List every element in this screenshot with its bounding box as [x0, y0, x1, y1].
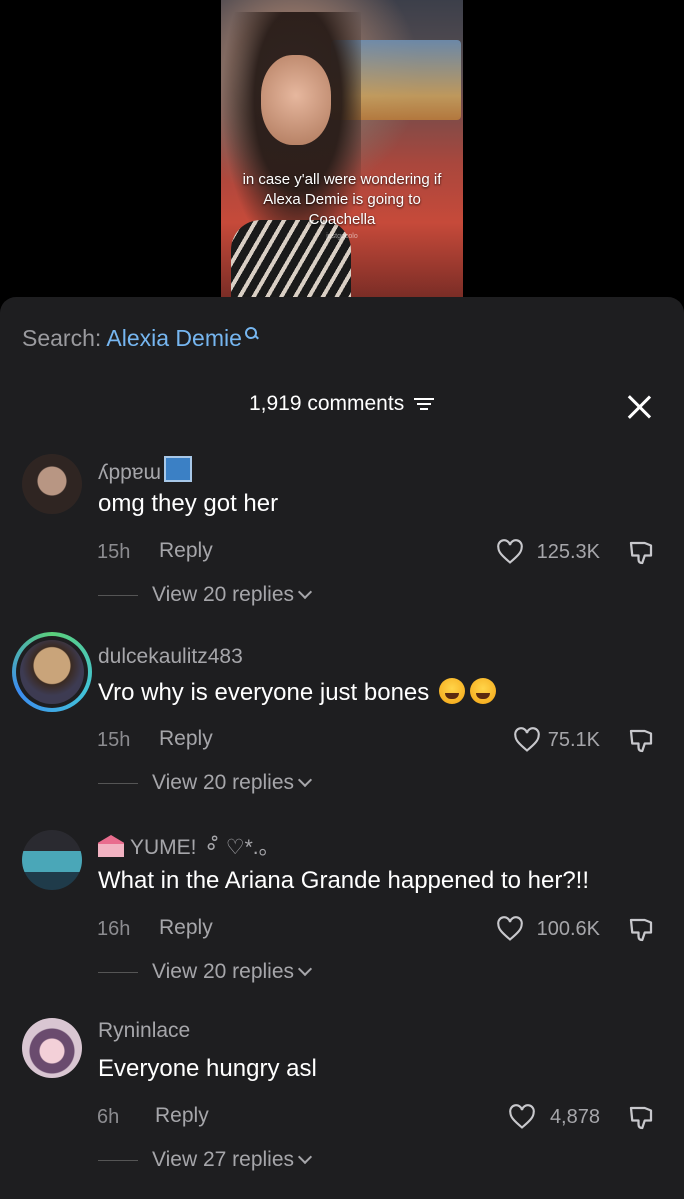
- comment-text: What in the Ariana Grande happened to he…: [98, 867, 590, 894]
- like-count: 100.6K: [536, 918, 600, 940]
- search-term[interactable]: Alexia Demie: [106, 325, 242, 351]
- search-icon: [244, 325, 258, 343]
- comment-time: 16h: [97, 918, 131, 940]
- dislike-icon[interactable]: [626, 1103, 656, 1133]
- reply-button[interactable]: Reply: [155, 1104, 209, 1128]
- avatar[interactable]: [22, 830, 82, 890]
- face-shape: [261, 55, 331, 145]
- filter-icon[interactable]: [413, 396, 435, 412]
- comment-username[interactable]: dulcekaulitz483: [98, 645, 243, 669]
- comment-username[interactable]: ʎppɐɯ: [98, 456, 193, 485]
- dislike-icon[interactable]: [626, 726, 656, 756]
- dislike-icon[interactable]: [626, 915, 656, 945]
- chevron-down-icon: [297, 772, 313, 788]
- heart-icon[interactable]: [508, 1104, 536, 1130]
- like-count: 75.1K: [547, 729, 600, 751]
- dislike-icon[interactable]: [626, 538, 656, 568]
- like-count: 125.3K: [536, 541, 600, 563]
- search-label: Search:: [22, 325, 107, 351]
- caption-line: Alexa Demie is going to: [263, 191, 421, 208]
- comment-username[interactable]: Ryninlace: [98, 1019, 190, 1043]
- chevron-down-icon: [297, 961, 313, 977]
- reply-button[interactable]: Reply: [159, 539, 213, 563]
- comments-count: 1,919 comments: [0, 392, 684, 416]
- comments-count-text: 1,919 comments: [248, 392, 405, 415]
- reply-button[interactable]: Reply: [159, 916, 213, 940]
- chevron-down-icon: [297, 1149, 313, 1165]
- video-preview[interactable]: in case y'all were wondering if Alexa De…: [221, 0, 463, 297]
- chevron-down-icon: [297, 584, 313, 600]
- close-icon[interactable]: [626, 394, 652, 420]
- heart-icon[interactable]: [496, 916, 524, 942]
- comment-text: omg they got her: [98, 490, 279, 517]
- video-watermark: justgocolo: [326, 233, 358, 240]
- view-replies-button[interactable]: View 20 replies: [98, 771, 313, 795]
- comments-sheet: Search: Alexia Demie 1,919 comments ʎppɐ…: [0, 297, 684, 1199]
- search-suggestion[interactable]: Search: Alexia Demie: [22, 325, 258, 352]
- comment-time: 15h: [97, 729, 131, 751]
- view-replies-button[interactable]: View 20 replies: [98, 583, 313, 607]
- avatar-story-ring[interactable]: [12, 632, 92, 712]
- crying-emoji-icon: [470, 678, 497, 704]
- heart-icon[interactable]: [496, 539, 524, 565]
- view-replies-button[interactable]: View 27 replies: [98, 1148, 313, 1172]
- comment-text: Everyone hungry asl: [98, 1055, 317, 1082]
- avatar: [20, 640, 84, 704]
- view-replies-button[interactable]: View 20 replies: [98, 960, 313, 984]
- video-caption: in case y'all were wondering if Alexa De…: [221, 170, 463, 230]
- comment-time: 15h: [97, 541, 131, 563]
- like-count: 4,878: [549, 1106, 600, 1128]
- crying-emoji-icon: [439, 678, 466, 704]
- dress-shape: [231, 220, 351, 297]
- comment-time: 6h: [97, 1106, 120, 1128]
- comment-text: Vro why is everyone just bones: [98, 678, 497, 707]
- chapel-emoji-icon: [98, 835, 124, 857]
- caption-line: Coachella: [308, 211, 376, 228]
- avatar[interactable]: [22, 1018, 82, 1078]
- heart-icon[interactable]: [513, 727, 541, 753]
- comment-username[interactable]: YUME! ⚬̊ ♡*.。: [98, 831, 280, 861]
- xray-emoji-icon: [164, 456, 193, 482]
- reply-button[interactable]: Reply: [159, 727, 213, 751]
- avatar[interactable]: [22, 454, 82, 514]
- caption-line: in case y'all were wondering if: [242, 171, 442, 188]
